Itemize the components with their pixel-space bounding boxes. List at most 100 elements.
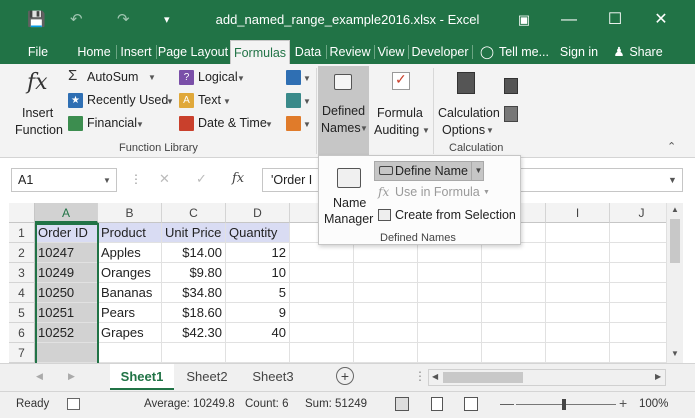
column-header-b[interactable]: B [98, 203, 162, 223]
row-header-2[interactable]: 2 [9, 243, 35, 263]
sheet-tab-sheet2[interactable]: Sheet2 [176, 364, 238, 390]
tab-formulas[interactable]: Formulas [230, 40, 290, 64]
math-trig-icon[interactable] [286, 93, 301, 108]
zoom-out-icon[interactable]: — [500, 395, 514, 411]
date-time-button[interactable]: Date & Time ▼ [179, 115, 275, 133]
tell-me-search[interactable]: Tell me... [496, 40, 552, 64]
name-box[interactable]: A1 [11, 168, 117, 192]
cell-b6[interactable]: Grapes [98, 323, 162, 343]
enter-icon[interactable]: ✓ [196, 171, 207, 195]
sign-in-link[interactable]: Sign in [557, 40, 601, 64]
cell-d5[interactable]: 9 [226, 303, 290, 323]
cell-c4[interactable]: $34.80 [162, 283, 226, 303]
collapse-ribbon-icon[interactable]: ⌃ [667, 140, 676, 153]
cell-b7[interactable] [98, 343, 162, 363]
cell-b4[interactable]: Bananas [98, 283, 162, 303]
zoom-level[interactable]: 100% [639, 398, 668, 410]
row-header-5[interactable]: 5 [9, 303, 35, 323]
drag-handle-icon[interactable]: ⋮ [414, 369, 426, 383]
scroll-right-icon[interactable]: ▶ [655, 372, 661, 381]
scroll-up-icon[interactable]: ▲ [671, 205, 679, 214]
tab-insert[interactable]: Insert [117, 40, 155, 64]
tab-view[interactable]: View [375, 40, 407, 64]
scroll-left-icon[interactable]: ◀ [432, 372, 438, 381]
cell-b2[interactable]: Apples [98, 243, 162, 263]
column-header-a[interactable]: A [35, 203, 98, 223]
hscroll-thumb[interactable] [443, 372, 523, 383]
vertical-scrollbar[interactable]: ▲ ▼ [666, 203, 683, 363]
create-from-selection-button[interactable]: Create from Selection [374, 206, 519, 226]
defined-names-button[interactable]: Defined Names ▼ [318, 66, 369, 156]
row-header-4[interactable]: 4 [9, 283, 35, 303]
tab-developer[interactable]: Developer [409, 40, 471, 64]
sheet-tab-sheet3[interactable]: Sheet3 [242, 364, 304, 390]
tab-data[interactable]: Data [291, 40, 325, 64]
zoom-slider[interactable] [516, 399, 616, 410]
cell-b3[interactable]: Oranges [98, 263, 162, 283]
cell-c7[interactable] [162, 343, 226, 363]
calculate-now-icon[interactable] [504, 78, 518, 94]
tab-page-layout[interactable]: Page Layout [157, 40, 229, 64]
cell-c5[interactable]: $18.60 [162, 303, 226, 323]
page-break-view-icon[interactable] [464, 397, 478, 411]
page-layout-view-icon[interactable] [431, 397, 443, 411]
zoom-in-icon[interactable]: + [619, 395, 627, 411]
cell-d3[interactable]: 10 [226, 263, 290, 283]
status-average[interactable]: Average: 10249.8 [144, 398, 235, 410]
cell-b5[interactable]: Pears [98, 303, 162, 323]
maximize-button[interactable]: ☐ [600, 8, 630, 32]
lookup-reference-icon[interactable] [286, 70, 301, 85]
status-sum[interactable]: Sum: 51249 [305, 398, 367, 410]
row-header-3[interactable]: 3 [9, 263, 35, 283]
scroll-right-icon[interactable]: ▶ [68, 371, 75, 382]
sheet-tab-sheet1[interactable]: Sheet1 [110, 364, 174, 390]
name-manager-button[interactable]: Name Manager [323, 162, 375, 228]
scroll-down-icon[interactable]: ▼ [671, 349, 679, 358]
scroll-thumb[interactable] [670, 219, 680, 263]
logical-button[interactable]: ? Logical ▼ [179, 69, 249, 87]
macro-record-icon[interactable] [67, 398, 80, 410]
define-name-button[interactable]: Define Name ▼ [374, 161, 484, 181]
chevron-down-icon[interactable]: ▼ [103, 176, 111, 185]
zoom-slider-thumb[interactable] [562, 399, 566, 410]
expand-formula-bar-icon[interactable]: ▼ [668, 175, 677, 185]
row-header-1[interactable]: 1 [9, 223, 35, 243]
text-button[interactable]: A Text ▼ [179, 92, 235, 110]
cell-d6[interactable]: 40 [226, 323, 290, 343]
recently-used-button[interactable]: ★ Recently Used ▼ [68, 92, 174, 110]
column-header-d[interactable]: D [226, 203, 290, 223]
cancel-icon[interactable]: ✕ [159, 171, 170, 195]
minimize-button[interactable]: — [554, 8, 584, 32]
calculation-options-button[interactable]: Calculation Options ▼ [436, 68, 500, 138]
row-header-7[interactable]: 7 [9, 343, 35, 363]
calculate-sheet-icon[interactable] [504, 106, 518, 122]
tab-home[interactable]: Home [73, 40, 115, 64]
close-button[interactable]: ✕ [646, 8, 676, 32]
horizontal-scrollbar[interactable]: ◀ ▶ [428, 369, 666, 386]
cell-c1[interactable]: Unit Price [162, 223, 226, 243]
share-button[interactable]: Share [628, 40, 664, 64]
column-header-i[interactable]: I [546, 203, 610, 223]
tab-review[interactable]: Review [327, 40, 373, 64]
column-header-c[interactable]: C [162, 203, 226, 223]
new-sheet-icon[interactable]: + [336, 367, 354, 385]
cell-d2[interactable]: 12 [226, 243, 290, 263]
insert-function-icon[interactable]: fx [232, 171, 244, 195]
row-header-6[interactable]: 6 [9, 323, 35, 343]
more-functions-icon[interactable] [286, 116, 301, 131]
scroll-left-icon[interactable]: ◀ [36, 371, 43, 382]
normal-view-icon[interactable] [395, 397, 409, 411]
chevron-down-icon[interactable]: ▼ [471, 162, 485, 180]
cell-d1[interactable]: Quantity [226, 223, 290, 243]
financial-button[interactable]: Financial ▼ [68, 115, 148, 133]
tab-file[interactable]: File [20, 40, 56, 64]
select-all-corner[interactable] [9, 203, 35, 223]
cell-d4[interactable]: 5 [226, 283, 290, 303]
cell-b1[interactable]: Product [98, 223, 162, 243]
insert-function-button[interactable]: fx Insert Function [13, 68, 63, 138]
ribbon-display-options-icon[interactable]: ▣ [509, 8, 539, 32]
cell-d7[interactable] [226, 343, 290, 363]
autosum-button[interactable]: Σ AutoSum ▼ [68, 67, 158, 87]
status-count[interactable]: Count: 6 [245, 398, 288, 410]
cell-c2[interactable]: $14.00 [162, 243, 226, 263]
